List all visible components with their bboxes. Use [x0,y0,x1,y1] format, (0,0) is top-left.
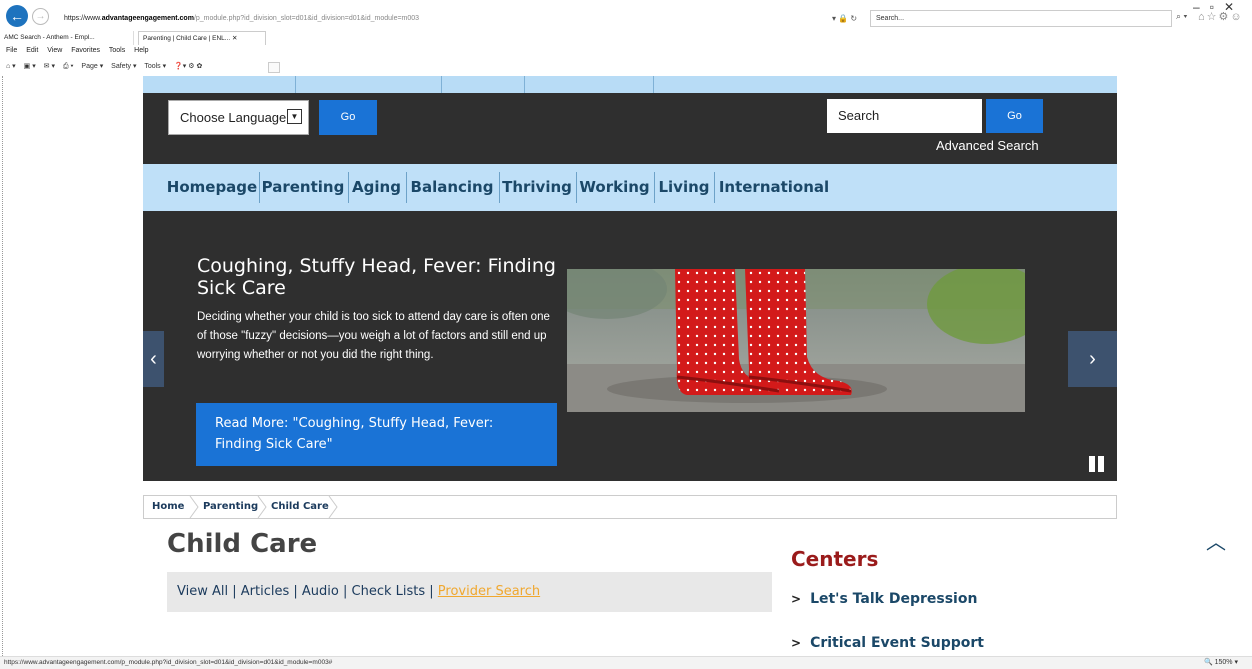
help-icon[interactable]: ❓▾ ⚙ ✿ [174,63,202,70]
nav-living[interactable]: Living [655,164,713,211]
breadcrumb: Home Parenting Child Care [143,495,1117,519]
breadcrumb-child-care: Child Care [271,501,329,512]
language-select-label: Choose Language [180,110,287,125]
back-to-top-icon[interactable]: ︿ [1206,526,1226,555]
content-filter-bar: View All | Articles | Audio | Check List… [167,572,772,612]
forward-icon[interactable]: → [32,8,49,25]
top-strip [143,76,1117,93]
nav-parenting[interactable]: Parenting [260,164,346,211]
url-path: /p_module.php?id_division_slot=d01&id_di… [193,15,420,22]
provider-search-link[interactable]: Provider Search [438,584,540,599]
chevron-right-icon[interactable]: › [1068,331,1117,387]
breadcrumb-parenting[interactable]: Parenting [203,496,258,518]
hero-description: Deciding whether your child is too sick … [197,311,550,361]
nav-balancing[interactable]: Balancing [407,164,497,211]
menu-file[interactable]: File [6,47,17,54]
focus-outline [2,76,3,656]
new-tab-button[interactable] [268,62,280,73]
hero-carousel: Coughing, Stuffy Head, Fever: Finding Si… [143,211,1117,481]
advanced-search-link[interactable]: Advanced Search [936,138,1039,153]
filter-audio[interactable]: Audio [302,584,339,599]
menu-view[interactable]: View [47,47,62,54]
centers-heading: Centers [791,547,879,571]
center-link-label: Let's Talk Depression [810,591,978,607]
tools-menu[interactable]: Tools ▾ [144,63,166,70]
browser-chrome: ← → https://www.advantageengagement.com/… [0,0,1252,76]
command-bar: ⌂ ▾ ▣ ▾ ✉ ▾ ⎙ ▾ Page ▾ Safety ▾ Tools ▾ … [6,62,208,71]
menu-help[interactable]: Help [134,47,148,54]
filter-articles[interactable]: Articles [241,584,289,599]
print-icon[interactable]: ⎙ ▾ [63,63,74,70]
hero-title: Coughing, Stuffy Head, Fever: Finding Si… [197,255,556,299]
browser-search-input[interactable]: Search... [870,10,1172,27]
nav-thriving[interactable]: Thriving [500,164,574,211]
refresh-icon[interactable]: ▾ 🔒 ↻ [832,10,872,27]
page-menu[interactable]: Page ▾ [81,63,103,70]
tab-parenting[interactable]: Parenting | Child Care | ENL... ✕ [138,31,266,45]
nav-aging[interactable]: Aging [349,164,404,211]
mail-icon[interactable]: ✉ ▾ [44,63,55,70]
main-nav: Homepage Parenting Aging Balancing Thriv… [143,164,1117,211]
search-go-button[interactable]: Go [986,99,1043,133]
site-header: Choose Language ▼ Go Search Go Advanced … [143,93,1117,164]
url-host: advantageengagement.com [101,15,194,22]
chevron-down-icon: ▼ [287,109,302,124]
language-go-button[interactable]: Go [319,100,377,135]
hero-image-red-boots [567,269,1025,412]
chevron-right-icon: > [791,636,802,650]
menu-edit[interactable]: Edit [26,47,38,54]
safety-menu[interactable]: Safety ▾ [111,63,136,70]
center-link-label: Critical Event Support [810,635,984,651]
back-icon[interactable]: ← [6,5,28,27]
language-select[interactable]: Choose Language ▼ [168,100,309,135]
page-title: Child Care [167,529,318,559]
menu-favorites[interactable]: Favorites [71,47,100,54]
address-bar[interactable]: https://www.advantageengagement.com/p_mo… [58,10,838,27]
tab-strip: AMC Search - Anthem - Empl... Parenting … [0,31,1252,73]
site-search-input[interactable]: Search [827,99,982,133]
menu-bar: File Edit View Favorites Tools Help [6,47,156,54]
chevron-right-icon: > [791,592,802,606]
feeds-icon[interactable]: ▣ ▾ [24,63,36,70]
main-content: Child Care View All | Articles | Audio |… [143,519,1117,656]
center-link-depression[interactable]: > Let's Talk Depression [791,591,977,607]
status-bar: https://www.advantageengagement.com/p_mo… [0,656,1252,669]
filter-check-lists[interactable]: Check Lists [352,584,426,599]
tab-amc-search[interactable]: AMC Search - Anthem - Empl... [0,31,134,45]
home-icon[interactable]: ⌂ ▾ [6,63,16,70]
filter-view-all[interactable]: View All [177,584,228,599]
breadcrumb-home[interactable]: Home [152,496,184,518]
zoom-level[interactable]: 🔍 150% ▾ [1204,657,1238,669]
read-more-button[interactable]: Read More: "Coughing, Stuffy Head, Fever… [196,403,557,466]
nav-international[interactable]: International [715,164,833,211]
status-url: https://www.advantageengagement.com/p_mo… [4,659,333,666]
tab-parenting-label: Parenting | Child Care | ENL... [143,35,231,42]
web-page: Choose Language ▼ Go Search Go Advanced … [143,76,1117,656]
search-icon[interactable]: ⌕ ▾ [1176,11,1187,22]
chevron-left-icon[interactable]: ‹ [143,331,164,387]
zoom-value: 150% [1214,659,1233,666]
nav-homepage[interactable]: Homepage [165,164,259,211]
menu-tools[interactable]: Tools [109,47,125,54]
window-controls[interactable]: –▫✕ [1193,0,1244,14]
pause-icon[interactable] [1089,456,1105,472]
nav-working[interactable]: Working [577,164,652,211]
center-link-critical-event[interactable]: > Critical Event Support [791,635,984,651]
url-prefix: https://www. [64,15,102,22]
address-row: ← → https://www.advantageengagement.com/… [0,0,1252,30]
